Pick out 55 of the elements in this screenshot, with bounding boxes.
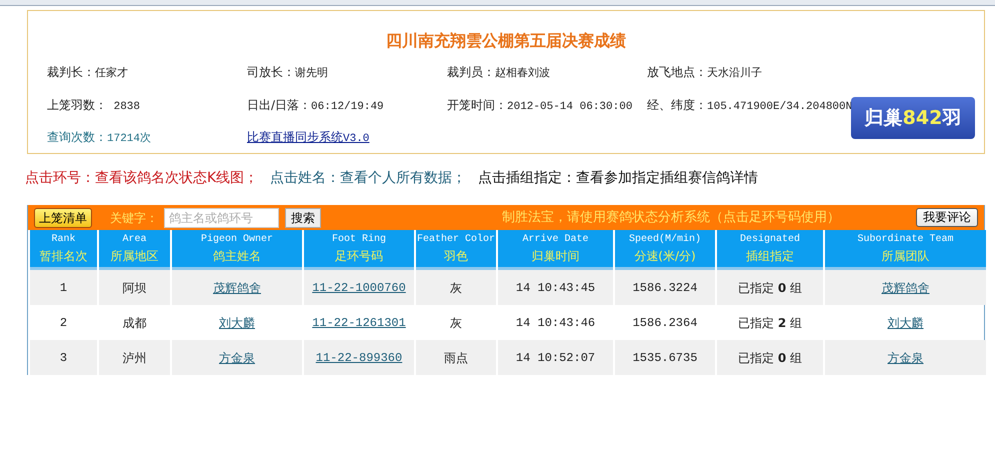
- table-cell: 雨点: [416, 340, 496, 375]
- table-cell-text: 14 10:43:46: [514, 314, 596, 332]
- comment-button[interactable]: 我要评论: [916, 208, 978, 227]
- promo-text: 制胜法宝，请使用赛鸽状态分析系统（点击足环号码使用）: [502, 208, 840, 227]
- list-button[interactable]: 上笼清单: [34, 208, 92, 228]
- homing-count-button[interactable]: 归巢842羽: [851, 97, 975, 139]
- keyword-label: 关键字：: [110, 210, 158, 226]
- info-field: 放飞地点：天水沿川子: [647, 65, 762, 79]
- info-field: 日出/日落：06:12/19:49: [247, 98, 384, 112]
- table-cell-text: 成都: [122, 314, 148, 332]
- column-header: Area 所属地区: [99, 230, 170, 270]
- table-cell: 14 10:52:07: [498, 340, 613, 375]
- info-field: 裁判长：任家才: [47, 65, 128, 79]
- table-cell: 已指定 0 组: [717, 340, 823, 375]
- info-field: 司放长：谢先明: [247, 65, 328, 79]
- table-link[interactable]: 茂辉鸽舍: [213, 280, 261, 294]
- table-cell-text: 2: [58, 314, 68, 332]
- page-title: 四川南充翔雲公棚第五届决赛成绩: [385, 30, 627, 52]
- table-cell: 1535.6735: [615, 340, 715, 375]
- table-cell-text: 灰: [449, 314, 463, 332]
- column-header: Arrive Date 归巢时间: [498, 230, 613, 270]
- info-field: 开笼时间：2012-05-14 06:30:00: [447, 98, 632, 112]
- table-cell: 阿坝: [99, 270, 170, 305]
- table-link[interactable]: 11-22-1261301: [312, 316, 406, 330]
- table-cell: 1586.3224: [615, 270, 715, 305]
- instruction-text: 点击环号：查看该鸽名次状态K线图；: [25, 169, 258, 188]
- column-header: Rank 暂排名次: [30, 230, 97, 270]
- info-field: 查询次数：17214次: [47, 130, 152, 144]
- column-header: Pigeon Owner 鸽主姓名: [172, 230, 302, 270]
- table-cell: 1: [30, 270, 97, 305]
- table-link[interactable]: 茂辉鸽舍: [882, 280, 930, 294]
- table-cell: 泸州: [99, 340, 170, 375]
- instruction-text: 点击插组指定：查看参加指定插组赛信鸽详情: [478, 169, 758, 188]
- info-field: 上笼羽数： 2838: [47, 98, 140, 112]
- search-field[interactable]: 鸽主名或鸽环号: [164, 208, 279, 228]
- instruction-text: 点击姓名：查看个人所有数据；: [270, 169, 466, 188]
- column-header: Feather Color 羽色: [416, 230, 496, 270]
- table-cell: 14 10:43:45: [498, 270, 613, 305]
- column-header: Speed(M/min) 分速(米/分): [615, 230, 715, 270]
- info-field: 裁判员：赵相春刘波: [447, 65, 550, 79]
- column-header: Subordinate Team 所属团队: [825, 230, 986, 270]
- table-cell: 3: [30, 340, 97, 375]
- table-cell-text: 1586.2364: [632, 314, 698, 332]
- table-cell-text: 已指定 2 组: [736, 314, 803, 332]
- column-header: Foot Ring 足环号码: [304, 230, 414, 270]
- table-cell: 灰: [416, 270, 496, 305]
- system-link[interactable]: 比赛直播同步系统V3.0: [247, 130, 370, 144]
- search-button[interactable]: 搜索: [285, 208, 321, 228]
- table-link[interactable]: 刘大麟: [219, 316, 255, 330]
- table-link[interactable]: 方金泉: [219, 350, 255, 364]
- info-field: 经、纬度：105.471900E/34.204800N: [647, 98, 852, 112]
- table-cell: 已指定 0 组: [717, 270, 823, 305]
- table-link[interactable]: 刘大麟: [888, 316, 924, 330]
- column-header: Designated 插组指定: [717, 230, 823, 270]
- table-link[interactable]: 方金泉: [888, 350, 924, 364]
